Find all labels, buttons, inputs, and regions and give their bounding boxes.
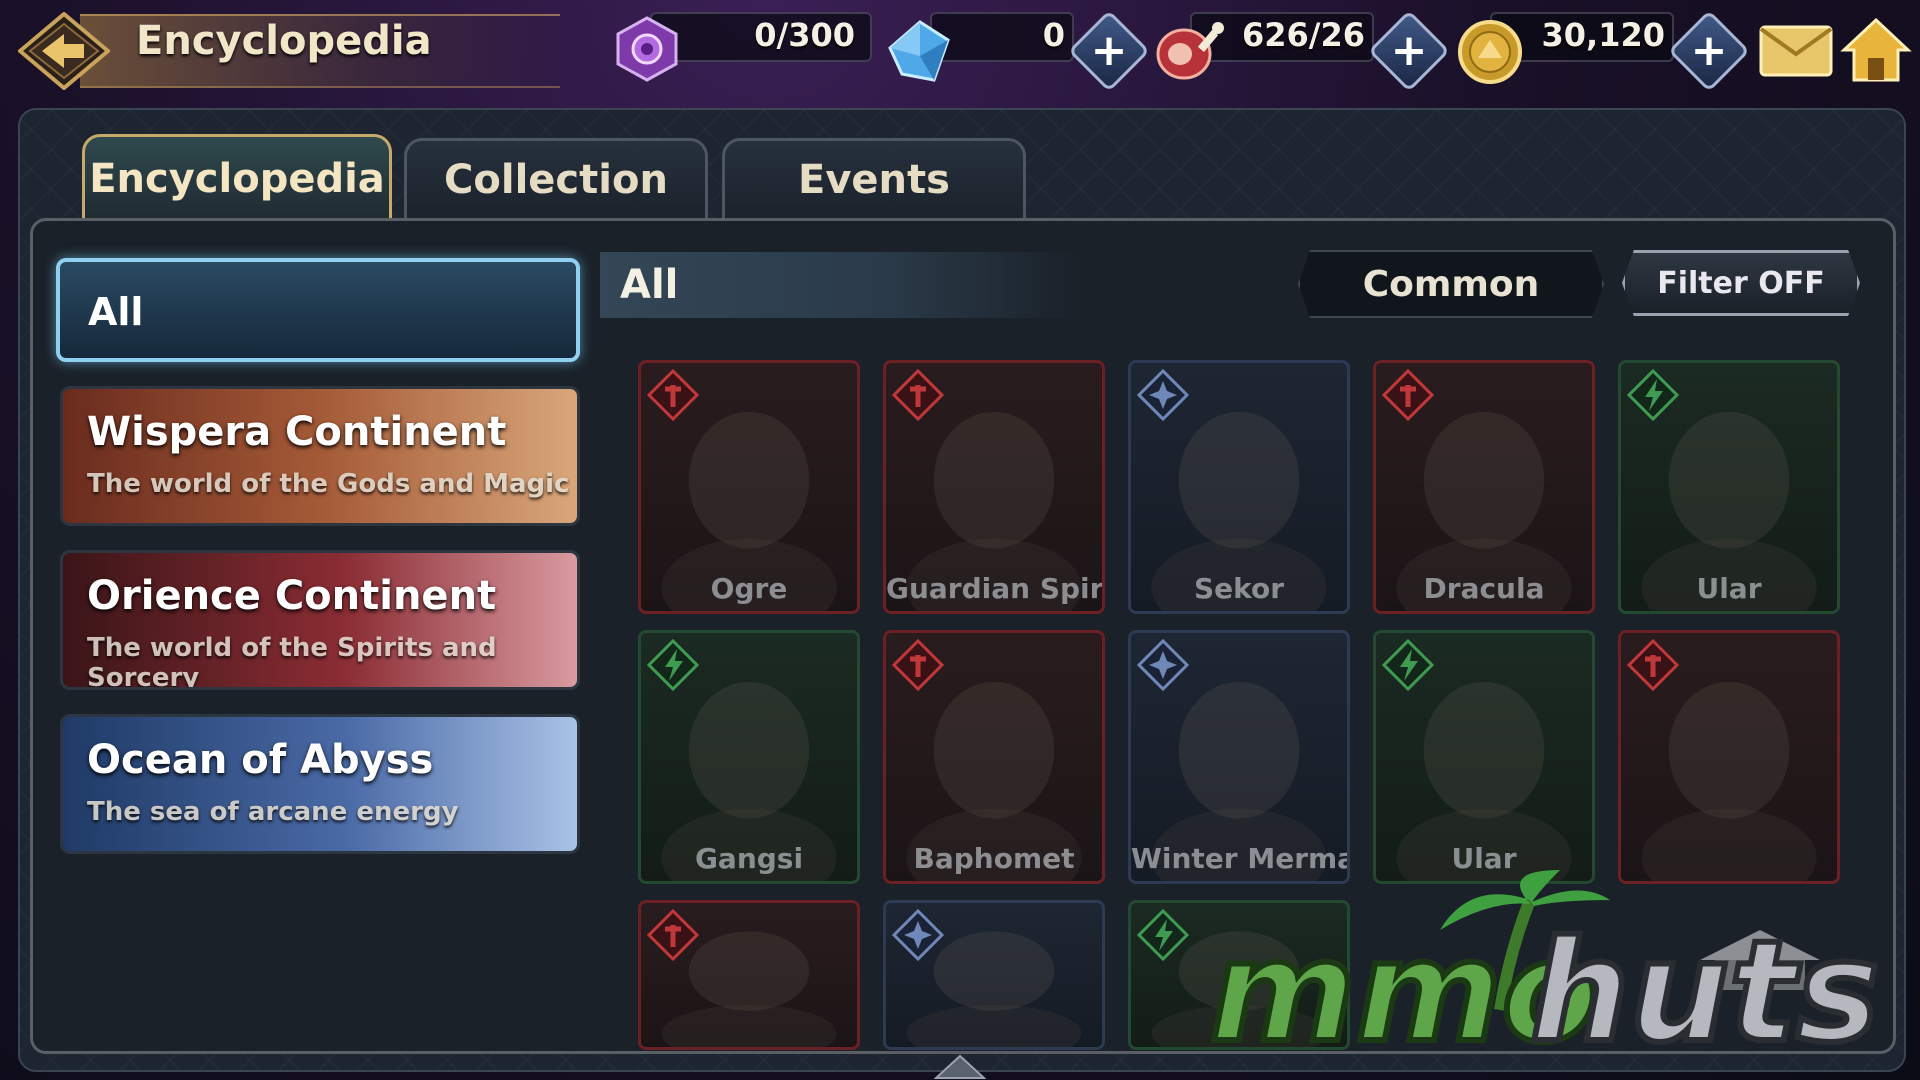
category-wispera[interactable]: Wispera Continent The world of the Gods … — [60, 386, 580, 526]
category-ocean-of-abyss[interactable]: Ocean of Abyss The sea of arcane energy — [60, 714, 580, 854]
plus-icon: + — [1390, 25, 1428, 76]
plus-icon: + — [1690, 25, 1728, 76]
tab-encyclopedia[interactable]: Encyclopedia — [82, 134, 392, 220]
monster-name: Guardian Spirit — [886, 572, 1105, 605]
wind-element-icon — [1137, 909, 1189, 961]
category-subtitle: The world of the Spirits and Sorcery — [87, 633, 497, 690]
category-title: Wispera Continent — [87, 409, 507, 455]
monster-card[interactable]: Ular — [1618, 360, 1840, 614]
fire-element-icon — [1627, 639, 1679, 691]
fire-element-icon — [892, 369, 944, 421]
fire-element-icon — [647, 369, 699, 421]
monster-name: Sekor — [1193, 572, 1285, 605]
category-orience[interactable]: Orience Continent The world of the Spiri… — [60, 550, 580, 690]
category-all-label: All — [88, 290, 144, 334]
monster-name: Ogre — [710, 572, 788, 605]
svg-text:huts: huts — [1530, 911, 1880, 1060]
monster-card[interactable] — [883, 900, 1105, 1050]
gold-plus-button[interactable]: + — [1667, 9, 1751, 93]
crystal-plus-button[interactable]: + — [1067, 9, 1151, 93]
top-bar: Encyclopedia 0/300 0 + 626/26 + 30,120 + — [0, 0, 1920, 100]
monster-card[interactable] — [1618, 630, 1840, 884]
mail-icon[interactable] — [1758, 22, 1834, 80]
crystal-icon — [888, 20, 950, 82]
monster-card[interactable]: Dracula — [1373, 360, 1595, 614]
monster-card[interactable]: Ogre — [638, 360, 860, 614]
monster-card[interactable]: Ular — [1373, 630, 1595, 884]
monster-name: Gangsi — [694, 842, 804, 875]
meat-value: 626/26 — [1241, 16, 1365, 54]
scroll-up-arrow-icon[interactable] — [934, 1054, 986, 1080]
category-subtitle: The sea of arcane energy — [87, 797, 459, 827]
home-icon[interactable] — [1840, 16, 1912, 84]
category-subtitle: The world of the Gods and Magic — [87, 469, 570, 499]
monster-card[interactable]: Guardian Spirit — [883, 360, 1105, 614]
category-title: Ocean of Abyss — [87, 737, 434, 783]
monster-card[interactable]: Gangsi — [638, 630, 860, 884]
fire-element-icon — [1382, 369, 1434, 421]
soul-gem-icon — [616, 16, 678, 82]
category-title: Orience Continent — [87, 573, 497, 619]
list-header-title: All — [620, 262, 679, 308]
monster-card[interactable]: Winter Mermaid — [1128, 630, 1350, 884]
water-element-icon — [892, 909, 944, 961]
wind-element-icon — [1627, 369, 1679, 421]
tab-collection[interactable]: Collection — [404, 138, 708, 218]
category-all[interactable]: All — [56, 258, 580, 362]
wind-element-icon — [1382, 639, 1434, 691]
monster-card[interactable]: Sekor — [1128, 360, 1350, 614]
filter-button[interactable]: Filter OFF — [1622, 250, 1860, 316]
gold-coin-icon — [1458, 20, 1522, 84]
tab-events[interactable]: Events — [722, 138, 1026, 218]
monster-card[interactable] — [638, 900, 860, 1050]
plus-icon: + — [1090, 25, 1128, 76]
crystal-value: 0 — [1042, 16, 1065, 54]
meat-plus-button[interactable]: + — [1367, 9, 1451, 93]
water-element-icon — [1137, 369, 1189, 421]
back-button[interactable] — [18, 12, 110, 90]
mmohuts-watermark-logo: mmo huts — [1207, 870, 1883, 1060]
water-element-icon — [1137, 639, 1189, 691]
soul-gem-value: 0/300 — [754, 16, 855, 54]
monster-name: Dracula — [1423, 572, 1545, 605]
monster-card[interactable]: Baphomet — [883, 630, 1105, 884]
monster-name: Baphomet — [913, 842, 1075, 875]
gold-value: 30,120 — [1541, 16, 1665, 54]
wind-element-icon — [647, 639, 699, 691]
page-title: Encyclopedia — [136, 18, 432, 64]
back-arrow-icon — [18, 12, 110, 90]
fire-element-icon — [647, 909, 699, 961]
sort-button[interactable]: Common — [1298, 250, 1604, 318]
monster-name: Ular — [1696, 572, 1762, 605]
fire-element-icon — [892, 639, 944, 691]
